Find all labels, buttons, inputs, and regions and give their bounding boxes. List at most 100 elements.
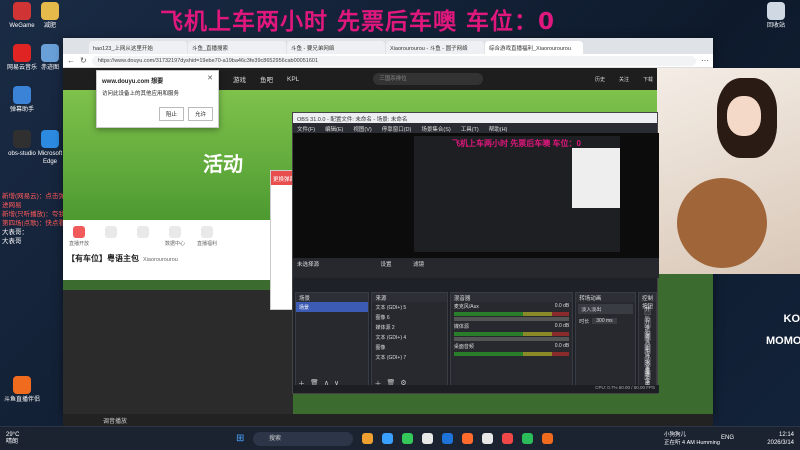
controls-dock: 控制按钮 开始推流 开始录制 启动虚拟摄像机 工作室模式 设置 退出 (637, 292, 657, 393)
app-icon[interactable] (542, 433, 553, 444)
menu-edit[interactable]: 编辑(E) (325, 125, 343, 133)
stream-info: 直播开放 数据中心 直播福利 【有车位】粤语主包 Xiaorourourou (63, 220, 293, 280)
stream-tool-2[interactable] (99, 226, 123, 247)
audio-meter (453, 312, 570, 316)
app-icon[interactable] (382, 433, 393, 444)
allow-button[interactable]: 允许 (187, 107, 213, 121)
permission-popup: www.douyu.com 想要 ✕ 访问此设备上的其他应用和服务 阻止 允许 (96, 70, 219, 128)
app-icon[interactable] (522, 433, 533, 444)
download-link[interactable]: 下载 (641, 76, 655, 83)
right-overlay-text: KO MOMO (766, 313, 800, 347)
more-icon[interactable]: ⋯ (701, 56, 709, 65)
tab-hao123[interactable]: hao123_上网从这里开始 (89, 41, 187, 54)
settings-button[interactable]: 设置 (643, 357, 651, 374)
windows-start-icon[interactable]: ⊞ (236, 433, 244, 444)
desktop-icon-danmu[interactable]: 弹幕助手 (2, 86, 42, 114)
obs-window: OBS 31.0.0 - 配置文件: 未命名 - 场景: 未命名 文件(F) 编… (292, 112, 659, 394)
follow-link[interactable]: 关注 (617, 76, 631, 83)
refresh-icon[interactable]: ↻ (80, 56, 87, 65)
address-bar: ← ↻ https://www.douyu.com/31732197dyshid… (63, 54, 713, 68)
language-indicator[interactable]: ENG (721, 435, 734, 441)
stream-tool-4[interactable]: 数据中心 (163, 226, 187, 247)
site-search[interactable]: 三国杀排位 (373, 73, 484, 85)
nav-yuba[interactable]: 鱼吧 (260, 74, 273, 84)
stream-title: 【有车位】粤语主包 Xiaorourourou (67, 254, 178, 263)
source-item[interactable]: 文本 (GDI+) 4 (372, 332, 446, 342)
tab-strip: hao123_上网从这里开始 斗鱼_直播搜索 斗鱼 - 要兄弟网络 Xiaoro… (63, 38, 713, 54)
menu-tools[interactable]: 工具(T) (461, 125, 479, 133)
netease-music-icon (13, 44, 31, 62)
banner-text: 飞机上车两小时 先票后车噢 车位：0 (160, 9, 556, 35)
stream-tool-1[interactable]: 直播开放 (67, 226, 91, 247)
menu-view[interactable]: 视图(V) (353, 125, 371, 133)
audio-meter (453, 332, 570, 336)
taskbar: 29°C 晴朗 ⊞ 搜索 小狗狗儿 正在听 4 AM Humming ENG 12:… (0, 426, 800, 450)
now-playing[interactable]: 小狗狗儿 正在听 4 AM Humming (664, 431, 720, 447)
desktop-icon-folder[interactable]: 减肥 (30, 2, 70, 30)
permission-title: www.douyu.com 想要 (102, 79, 164, 85)
menu-docks[interactable]: 停靠窗口(D) (382, 125, 412, 133)
app-icon[interactable] (402, 433, 413, 444)
block-button[interactable]: 阻止 (158, 107, 184, 121)
tab-xiaorou[interactable]: Xiaorourourou - 斗鱼 - 圆子网络 (386, 41, 484, 54)
menu-file[interactable]: 文件(F) (297, 125, 315, 133)
video-area[interactable] (63, 290, 293, 414)
tab-douyu-search[interactable]: 斗鱼_直播搜索 (188, 41, 286, 54)
obs-docks: 场景 场景 ＋🗑∧∨ 来源 文本 (GDI+) 5 图像 6 媒体源 2 文本 … (293, 290, 659, 394)
back-icon[interactable]: ← (67, 56, 75, 65)
source-item[interactable]: 文本 (GDI+) 7 (372, 352, 446, 362)
app-icon[interactable] (442, 433, 453, 444)
menu-help[interactable]: 帮助(H) (489, 125, 508, 133)
obs-icon (13, 130, 31, 148)
app-icon[interactable] (462, 433, 473, 444)
app-icon[interactable] (422, 433, 433, 444)
stream-tool-5[interactable]: 直播福利 (195, 226, 219, 247)
filters-button[interactable]: 滤镜 (413, 262, 424, 268)
preview-cam (572, 148, 620, 208)
streamer-name: Xiaorourourou (143, 257, 178, 263)
source-item[interactable]: 媒体源 2 (372, 322, 446, 332)
studio-mode-button[interactable]: 工作室模式 (643, 344, 651, 388)
volume-slider[interactable] (453, 337, 570, 341)
url-field[interactable]: https://www.douyu.com/31732197dyshid=19e… (91, 55, 696, 66)
source-item[interactable]: 文本 (GDI+) 5 (372, 302, 446, 312)
person-face (727, 96, 761, 136)
menu-scene-collection[interactable]: 场景集合(S) (421, 125, 450, 133)
app-icon[interactable] (502, 433, 513, 444)
taskbar-search[interactable]: 搜索 (253, 432, 353, 446)
browser-footer: 调音播放 (63, 414, 713, 426)
stream-tool-3[interactable] (131, 226, 155, 247)
start-stream-button[interactable]: 开始推流 (643, 305, 651, 340)
volume-slider[interactable] (453, 317, 570, 321)
app-icon[interactable] (362, 433, 373, 444)
tab-douyu-network[interactable]: 斗鱼 - 要兄弟网络 (287, 41, 385, 54)
properties-button[interactable]: 设置 (381, 262, 392, 268)
source-item[interactable]: 图像 (372, 342, 446, 352)
obs-menu: 文件(F) 编辑(E) 视图(V) 停靠窗口(D) 场景集合(S) 工具(T) … (293, 123, 657, 133)
obs-statusbar: CPU: 0.7% 60.00 / 60.00 FPS (293, 385, 659, 393)
source-item[interactable]: 图像 6 (372, 312, 446, 322)
scene-item[interactable]: 场景 (296, 302, 369, 312)
nav-kpl[interactable]: KPL (287, 76, 299, 83)
dog-image (677, 178, 767, 268)
close-icon[interactable]: ✕ (207, 74, 213, 82)
preview-banner: 飞机上车两小时 先票后车噢 车位：0 (452, 139, 581, 148)
start-record-button[interactable]: 开始录制 (643, 318, 651, 353)
duration-field[interactable]: 300 ms (592, 318, 617, 324)
wegame-icon (13, 2, 31, 20)
desktop-icon-douyu[interactable]: 斗鱼直播伴侣 (2, 376, 42, 404)
weather-widget[interactable]: 29°C 晴朗 (6, 432, 19, 446)
danmu-helper-icon (13, 86, 31, 104)
transition-select[interactable]: 淡入淡出 (578, 304, 633, 314)
folder-icon (41, 2, 59, 20)
obs-preview[interactable]: 飞机上车两小时 先票后车噢 车位：0 (293, 133, 659, 258)
clock[interactable]: 12:14 2026/3/14 (767, 431, 794, 447)
history-link[interactable]: 历史 (593, 76, 607, 83)
nav-games[interactable]: 游戏 (233, 74, 246, 84)
tab-active-stream[interactable]: 综合游戏直播福利_Xiaorourourou (485, 41, 583, 54)
desktop-icon-recycle[interactable]: 回收站 (756, 2, 796, 30)
virtual-camera-button[interactable]: 启动虚拟摄像机 (643, 331, 651, 393)
sources-dock: 来源 文本 (GDI+) 5 图像 6 媒体源 2 文本 (GDI+) 4 图像… (371, 292, 448, 392)
exit-button[interactable]: 退出 (643, 370, 651, 387)
app-icon[interactable] (482, 433, 493, 444)
